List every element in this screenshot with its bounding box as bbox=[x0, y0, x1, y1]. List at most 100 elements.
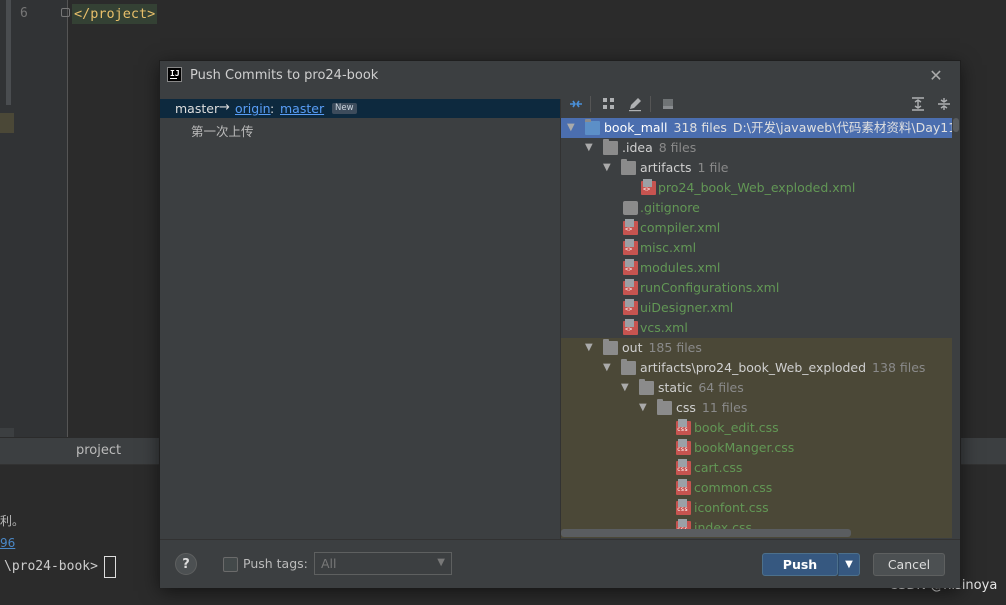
xml-file-icon bbox=[623, 279, 638, 295]
show-diff-icon[interactable] bbox=[568, 96, 584, 112]
folder-icon bbox=[603, 339, 618, 355]
commits-panel: master → origin : master New 第一次上传 bbox=[160, 99, 561, 539]
tree-node-root[interactable]: ▼ book_mall 318 files D:\开发\javaweb\代码素材资料… bbox=[561, 118, 953, 138]
folder-icon bbox=[603, 139, 618, 155]
folder-name: artifacts\pro24_book_Web_exploded bbox=[640, 360, 867, 375]
root-name: book_mall bbox=[604, 120, 668, 135]
file-count: 11 files bbox=[701, 400, 748, 415]
tree-node-out[interactable]: ▼ out 185 files bbox=[561, 338, 953, 358]
file-name: pro24_book_Web_exploded.xml bbox=[658, 180, 856, 195]
remote-link[interactable]: origin bbox=[235, 101, 271, 116]
css-file-icon bbox=[676, 479, 691, 495]
changes-toolbar bbox=[561, 91, 960, 118]
target-branch-link[interactable]: master bbox=[280, 101, 324, 116]
line-number-gutter bbox=[14, 0, 68, 440]
terminal-cursor bbox=[104, 556, 116, 578]
tree-file[interactable]: iconfont.css bbox=[561, 498, 953, 518]
changes-panel: ▼ book_mall 318 files D:\开发\javaweb\代码素材资料… bbox=[561, 91, 960, 539]
push-tags-label[interactable]: Push tags: bbox=[243, 556, 308, 571]
gutter-marker bbox=[0, 113, 14, 133]
tags-select-value: All bbox=[321, 556, 337, 571]
code-line[interactable]: </project> bbox=[72, 4, 158, 24]
folder-icon bbox=[657, 399, 672, 415]
help-button[interactable]: ? bbox=[175, 553, 197, 575]
tree-node-out-artifacts[interactable]: ▼ artifacts\pro24_book_Web_exploded 138 f… bbox=[561, 358, 953, 378]
tree-file[interactable]: cart.css bbox=[561, 458, 953, 478]
tree-file[interactable]: misc.xml bbox=[561, 238, 953, 258]
expand-all-icon[interactable] bbox=[910, 96, 926, 112]
tree-file[interactable]: pro24_book_Web_exploded.xml bbox=[561, 178, 953, 198]
folder-icon bbox=[621, 159, 636, 175]
local-branch: master bbox=[175, 101, 220, 116]
tree-node-idea[interactable]: ▼ .idea 8 files bbox=[561, 138, 953, 158]
close-icon[interactable]: ✕ bbox=[926, 66, 946, 86]
chevron-down-icon: ▼ bbox=[437, 557, 445, 568]
xml-file-icon bbox=[623, 319, 638, 335]
arrow-right-icon: → bbox=[219, 100, 230, 115]
dialog-titlebar[interactable]: IJ Push Commits to pro24-book ✕ bbox=[160, 61, 960, 91]
terminal-prompt: \pro24-book> bbox=[4, 559, 98, 574]
push-commits-dialog: IJ Push Commits to pro24-book ✕ master →… bbox=[160, 61, 960, 588]
file-name: bookManger.css bbox=[694, 440, 795, 455]
tree-horizontal-scrollbar[interactable] bbox=[561, 529, 851, 537]
tags-select[interactable]: All ▼ bbox=[314, 552, 452, 575]
push-button[interactable]: Push bbox=[762, 553, 838, 576]
dialog-footer: ? Push tags: All ▼ Push ▼ Cancel bbox=[160, 539, 960, 588]
push-tags-checkbox[interactable] bbox=[223, 557, 238, 572]
file-name: modules.xml bbox=[640, 260, 721, 275]
tree-file[interactable]: uiDesigner.xml bbox=[561, 298, 953, 318]
tree-node-static[interactable]: ▼ static 64 files bbox=[561, 378, 953, 398]
tree-node-css[interactable]: ▼ css 11 files bbox=[561, 398, 953, 418]
tree-file[interactable]: book_edit.css bbox=[561, 418, 953, 438]
terminal-link[interactable]: 96 bbox=[0, 536, 15, 550]
tree-file[interactable]: compiler.xml bbox=[561, 218, 953, 238]
collapse-all-icon[interactable] bbox=[936, 96, 952, 112]
folder-name: static bbox=[658, 380, 693, 395]
chevron-down-icon: ▼ bbox=[845, 559, 853, 570]
file-name: compiler.xml bbox=[640, 220, 721, 235]
file-count: 138 files bbox=[872, 360, 926, 375]
dialog-title: Push Commits to pro24-book bbox=[190, 68, 379, 83]
breadcrumb-project[interactable]: project bbox=[76, 443, 121, 458]
changes-tree[interactable]: ▼ book_mall 318 files D:\开发\javaweb\代码素材资料… bbox=[561, 118, 953, 539]
root-path: D:\开发\javaweb\代码素材资料\Day11-book bbox=[732, 120, 953, 135]
group-by-icon[interactable] bbox=[601, 96, 617, 112]
commit-item[interactable]: 第一次上传 bbox=[191, 121, 254, 140]
left-tool-gutter bbox=[0, 0, 14, 456]
new-badge: New bbox=[332, 103, 357, 114]
file-count: 185 files bbox=[648, 340, 702, 355]
edit-icon[interactable] bbox=[627, 96, 643, 112]
fold-icon[interactable] bbox=[61, 8, 70, 17]
tree-file[interactable]: runConfigurations.xml bbox=[561, 278, 953, 298]
css-file-icon bbox=[676, 439, 691, 455]
cancel-button[interactable]: Cancel bbox=[873, 553, 945, 576]
file-name: iconfont.css bbox=[694, 500, 769, 515]
tree-vertical-scrollbar[interactable] bbox=[952, 118, 960, 539]
tree-file[interactable]: vcs.xml bbox=[561, 318, 953, 338]
xml-file-icon bbox=[623, 239, 638, 255]
tree-file[interactable]: .gitignore bbox=[561, 198, 953, 218]
file-name: common.css bbox=[694, 480, 773, 495]
folder-name: .idea bbox=[622, 140, 653, 155]
tree-file[interactable]: modules.xml bbox=[561, 258, 953, 278]
tree-file[interactable]: bookManger.css bbox=[561, 438, 953, 458]
file-name: misc.xml bbox=[640, 240, 697, 255]
css-file-icon bbox=[676, 499, 691, 515]
preview-icon[interactable] bbox=[660, 96, 676, 112]
editor-right-area bbox=[963, 60, 1006, 440]
file-name: book_edit.css bbox=[694, 420, 779, 435]
tree-node-artifacts[interactable]: ▼ artifacts 1 file bbox=[561, 158, 953, 178]
tree-file[interactable]: common.css bbox=[561, 478, 953, 498]
xml-file-icon bbox=[623, 299, 638, 315]
folder-icon bbox=[585, 119, 600, 135]
file-name: .gitignore bbox=[640, 200, 700, 215]
root-count: 318 files bbox=[673, 120, 727, 135]
branch-row[interactable]: master → origin : master New bbox=[160, 99, 560, 118]
folder-name: out bbox=[622, 340, 643, 355]
xml-file-icon bbox=[623, 259, 638, 275]
push-options-dropdown[interactable]: ▼ bbox=[838, 553, 860, 576]
file-name: uiDesigner.xml bbox=[640, 300, 734, 315]
line-number: 6 bbox=[20, 6, 28, 21]
gutter-scrollbar[interactable] bbox=[6, 0, 11, 105]
folder-name: artifacts bbox=[640, 160, 692, 175]
